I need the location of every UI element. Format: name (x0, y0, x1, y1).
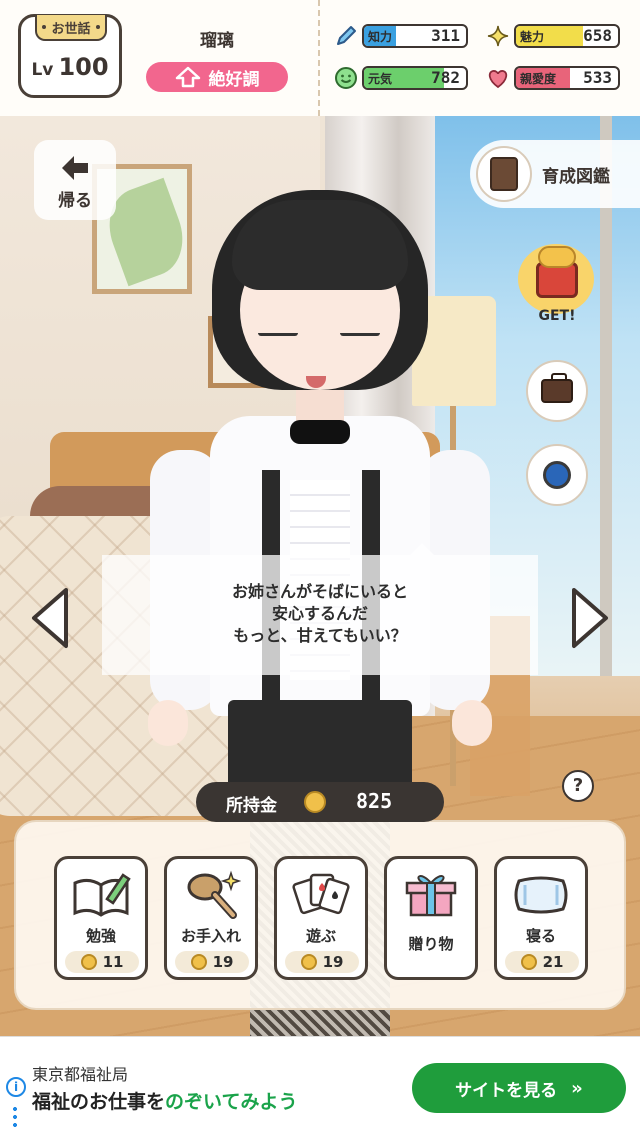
money-label: 所持金 (226, 796, 277, 816)
money-amount: 825 (356, 789, 393, 813)
prev-character-arrow[interactable] (28, 586, 72, 650)
pencil-icon (334, 24, 358, 48)
stat-value: 658 (583, 26, 612, 45)
back-label: 帰る (58, 191, 92, 211)
action-grooming[interactable]: お手入れ 19 (164, 856, 258, 980)
level-prefix: Lv (31, 60, 54, 80)
ad-headline: 福祉のお仕事をのぞいてみよう (32, 1087, 297, 1114)
action-gift[interactable]: 贈り物 (384, 856, 478, 980)
coin-icon (304, 791, 326, 813)
ad-headline-highlight: のぞいてみよう (165, 1091, 298, 1113)
action-cost: 11 (102, 953, 124, 971)
double-chevron-icon: » (571, 1077, 583, 1099)
pocket-watch-icon (543, 461, 571, 489)
action-name: 遊ぶ (305, 927, 336, 945)
ad-cta-button[interactable]: サイトを見る » (412, 1063, 626, 1113)
info-icon[interactable]: i (6, 1077, 26, 1097)
wardrobe-button[interactable] (526, 360, 588, 422)
care-level-box: お世話 Lv 100 (18, 14, 122, 98)
watch-button[interactable] (526, 444, 588, 506)
stat-label: 親愛度 (520, 72, 557, 86)
cards-icon (292, 873, 350, 915)
get-label: GET! (538, 308, 576, 324)
action-play[interactable]: 遊ぶ 19 (274, 856, 368, 980)
character-name: 瑠璃 (200, 31, 234, 51)
smile-icon (334, 66, 358, 90)
ad-banner[interactable]: i 東京都福祉局 福祉のお仕事をのぞいてみよう サイトを見る » (0, 1036, 640, 1136)
help-button[interactable]: ? (562, 770, 594, 802)
money-display: 所持金 825 (196, 782, 444, 822)
stat-value: 782 (431, 68, 460, 87)
brush-icon (187, 870, 241, 919)
ad-cta-label: サイトを見る (455, 1080, 558, 1101)
stat-value: 533 (583, 68, 612, 87)
coin-icon (80, 954, 97, 970)
speech-line: もっと、甘えてもいい？ (233, 626, 407, 645)
mood-badge: 絶好調 (146, 62, 288, 92)
action-study[interactable]: 勉強 11 (54, 856, 148, 980)
heart-icon (486, 66, 510, 90)
training-guide-button[interactable]: 育成図鑑 (470, 140, 640, 208)
care-label: お世話 (51, 21, 91, 37)
next-character-arrow[interactable] (568, 586, 612, 650)
coin-icon (300, 954, 317, 970)
action-cost: 19 (212, 953, 234, 971)
action-name: お手入れ (180, 927, 241, 945)
action-name: 寝る (525, 927, 556, 945)
stat-value: 311 (431, 26, 460, 45)
stat-label: 知力 (368, 30, 393, 44)
stat-label: 魅力 (520, 30, 545, 44)
coin-icon (520, 954, 537, 970)
get-reward-button[interactable]: GET! (514, 238, 600, 330)
action-name: 勉強 (85, 927, 116, 945)
ad-organization: 東京都福祉局 (32, 1065, 129, 1084)
back-button[interactable]: 帰る (34, 140, 116, 220)
arrow-left-icon (62, 156, 88, 180)
action-cost: 19 (322, 953, 344, 971)
stat-label: 元気 (368, 72, 393, 86)
book-icon (73, 873, 131, 917)
guide-label: 育成図鑑 (542, 167, 610, 187)
speech-bubble: お姉さんがそばにいると 安心するんだ もっと、甘えてもいい？ (102, 543, 538, 675)
speech-line: お姉さんがそばにいると (231, 582, 408, 601)
speech-line: 安心するんだ (271, 604, 368, 623)
sparkle-icon (486, 24, 510, 48)
status-header: お世話 Lv 100 瑠璃 絶好調 知力 311 魅力 658 元気 782 親… (0, 0, 640, 116)
action-sleep[interactable]: 寝る 21 (494, 856, 588, 980)
action-name: 贈り物 (408, 935, 454, 953)
pillow-icon (514, 876, 568, 914)
arrow-up-icon (175, 66, 200, 88)
care-tab: お世話 (35, 15, 107, 41)
suitcase-icon (541, 373, 573, 403)
gift-icon (405, 875, 457, 917)
book-icon (490, 157, 518, 191)
more-dots-icon[interactable] (13, 1105, 17, 1127)
ad-headline-part: 福祉のお仕事を (32, 1091, 166, 1113)
mood-text: 絶好調 (208, 69, 260, 90)
coin-icon (190, 954, 207, 970)
level-value: 100 (58, 53, 109, 81)
action-cost: 21 (542, 953, 564, 971)
